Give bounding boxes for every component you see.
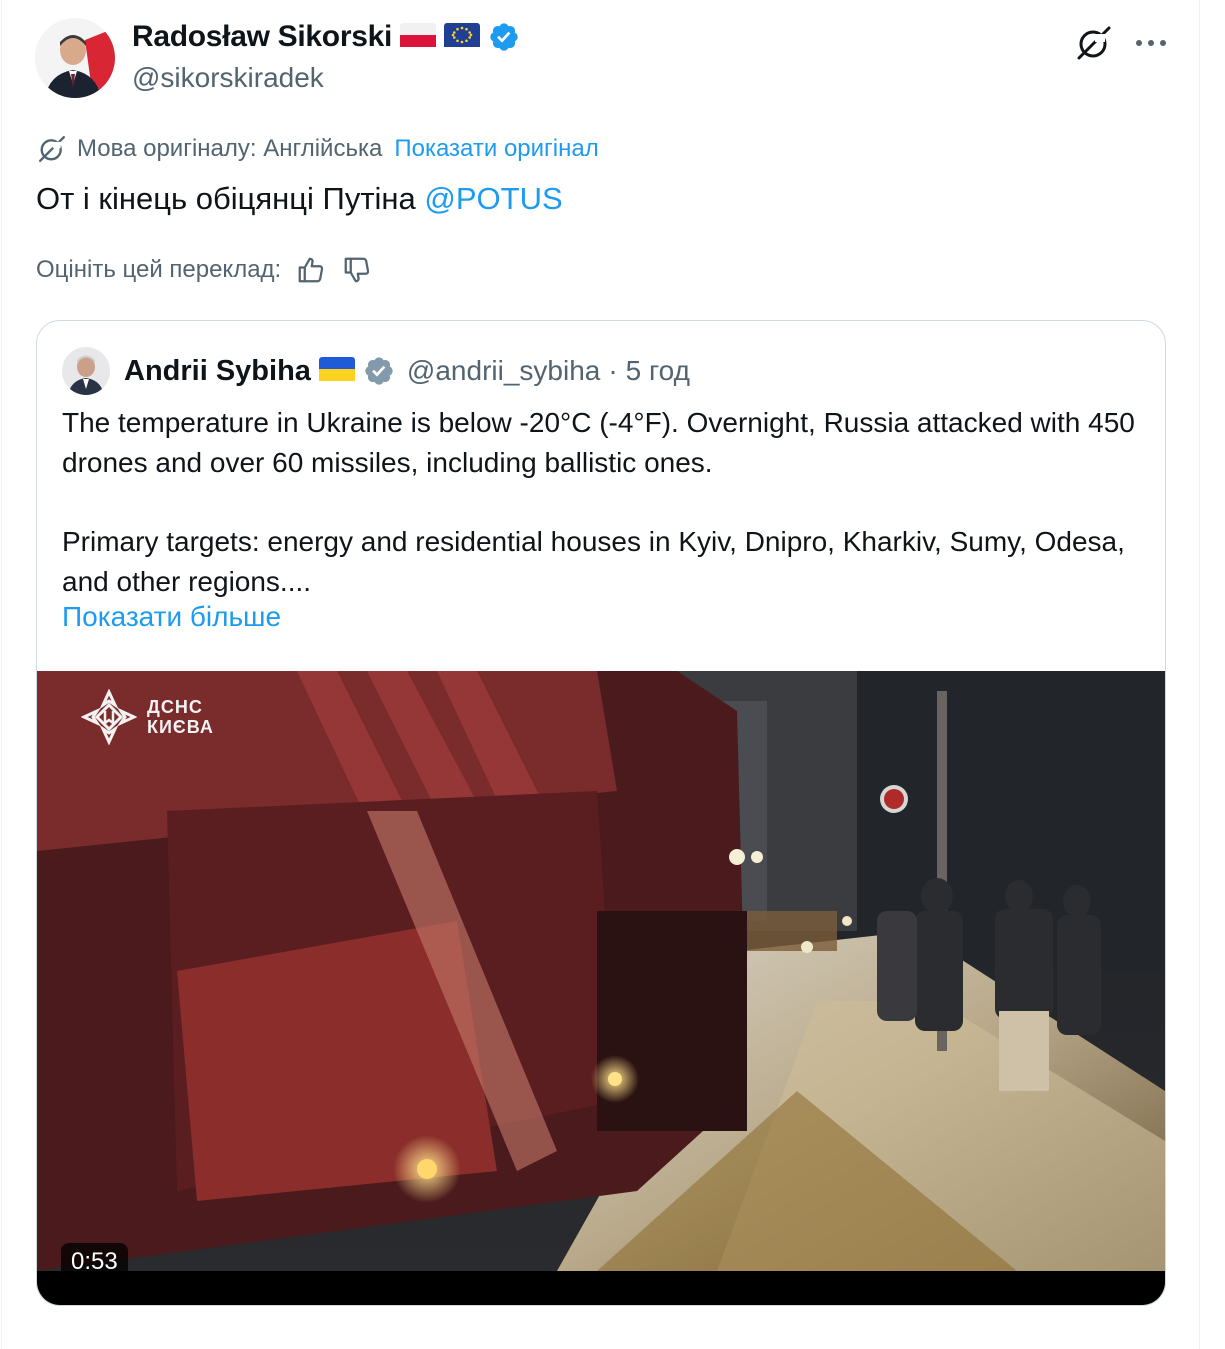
timeline-border-right (1199, 0, 1200, 1349)
video-player[interactable]: ДСНС КИЄВА 0:53 (37, 671, 1165, 1271)
meta-separator: · (608, 355, 618, 386)
timeline-border-left (1, 0, 2, 1349)
translation-info: Мова оригіналу: Англійська Показати ориг… (37, 134, 599, 164)
tweet-header: Radosław Sikorski @sikorskiradek (35, 18, 1185, 102)
ukraine-flag-icon (318, 356, 355, 386)
show-more-link[interactable]: Показати більше (62, 601, 281, 633)
original-language-label: Мова оригіналу: Англійська (77, 135, 383, 162)
eu-flag-icon (444, 22, 481, 52)
verified-badge-icon[interactable] (488, 21, 520, 53)
show-original-link[interactable]: Показати оригінал (394, 135, 598, 163)
thumbs-up-icon[interactable] (295, 254, 327, 286)
quoted-timestamp[interactable]: 5 год (626, 355, 690, 387)
translate-grok-icon (37, 134, 67, 164)
quoted-tweet-header: Andrii Sybiha @andrii_sybiha · 5 год (62, 347, 690, 395)
tweet-text: От і кінець обіцянці Путіна @POTUS (36, 178, 563, 220)
dsns-watermark-text: ДСНС КИЄВА (147, 697, 214, 737)
more-options-icon[interactable] (1131, 26, 1171, 60)
quoted-tweet[interactable]: Andrii Sybiha @andrii_sybiha · 5 год The… (36, 320, 1166, 1306)
dsns-emblem-icon (81, 689, 137, 745)
video-duration-badge: 0:53 (61, 1243, 128, 1271)
verified-badge-gray-icon[interactable] (363, 355, 395, 387)
quoted-paragraph-1: The temperature in Ukraine is below -20°… (62, 407, 1135, 478)
rate-translation: Оцініть цей переклад: (36, 254, 373, 286)
potus-mention-link[interactable]: @POTUS (424, 181, 562, 216)
video-thumbnail (37, 671, 1165, 1271)
author-handle[interactable]: @sikorskiradek (132, 62, 324, 94)
rate-translation-label: Оцініть цей переклад: (36, 256, 282, 283)
dsns-watermark: ДСНС КИЄВА (81, 689, 214, 745)
author-display-name[interactable]: Radosław Sikorski (132, 20, 392, 54)
thumbs-down-icon[interactable] (341, 254, 373, 286)
quoted-author-display-name[interactable]: Andrii Sybiha (124, 355, 311, 388)
quoted-paragraph-2: Primary targets: energy and residential … (62, 526, 1125, 597)
quoted-author-avatar[interactable] (62, 347, 110, 395)
video-bottom-bar (37, 1271, 1165, 1305)
author-avatar[interactable] (35, 18, 115, 98)
author-name-row: Radosław Sikorski (132, 20, 520, 54)
quoted-tweet-text: The temperature in Ukraine is below -20°… (62, 403, 1142, 602)
grok-icon[interactable] (1075, 24, 1113, 62)
tweet-text-body: От і кінець обіцянці Путіна (36, 181, 425, 216)
poland-flag-icon (400, 22, 437, 52)
quoted-author-handle[interactable]: @andrii_sybiha (407, 355, 600, 387)
